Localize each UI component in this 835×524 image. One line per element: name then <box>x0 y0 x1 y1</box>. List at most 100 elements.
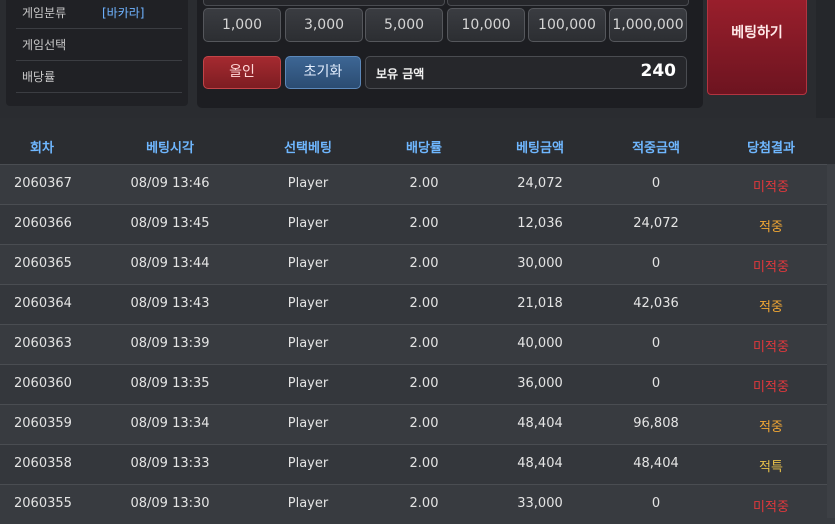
cell-odds: 2.00 <box>409 376 439 391</box>
balance-box: 보유 금액 240 <box>365 56 687 89</box>
cell-result: 미적중 <box>753 500 789 515</box>
cell-result: 미적중 <box>753 180 789 195</box>
cell-round: 2060358 <box>14 456 72 471</box>
odds-row: 배당률 <box>16 60 182 93</box>
chip-1000000-button[interactable]: 1,000,000 <box>609 8 687 42</box>
cell-bet-time: 08/09 13:34 <box>130 416 210 431</box>
cell-bet-amount: 24,072 <box>517 176 563 191</box>
table-row: 2060364 08/09 13:43 Player 2.00 21,018 42,036… <box>0 284 835 324</box>
cell-odds: 2.00 <box>409 336 439 351</box>
cell-bet-amount: 33,000 <box>517 496 563 511</box>
cell-odds: 2.00 <box>409 456 439 471</box>
cell-bet-time: 08/09 13:45 <box>130 216 210 231</box>
cell-round: 2060360 <box>14 376 72 391</box>
cell-selection: Player <box>287 496 329 511</box>
cell-selection: Player <box>287 176 329 191</box>
chip-100000-button[interactable]: 100,000 <box>528 8 606 42</box>
reset-button[interactable]: 초기화 <box>285 56 361 89</box>
game-category-label: 게임분류 <box>22 6 67 20</box>
cell-bet-amount: 36,000 <box>517 376 563 391</box>
header-round: 회차 <box>30 141 54 156</box>
chip-5000-button[interactable]: 5,000 <box>365 8 443 42</box>
cell-round: 2060367 <box>14 176 72 191</box>
cell-bet-amount: 12,036 <box>517 216 563 231</box>
cell-bet-time: 08/09 13:35 <box>130 376 210 391</box>
table-header: 회차 베팅시각 선택베팅 배당률 베팅금액 적중금액 당첨결과 <box>0 126 835 164</box>
cell-round: 2060366 <box>14 216 72 231</box>
table-row: 2060358 08/09 13:33 Player 2.00 48,404 48,404… <box>0 444 835 484</box>
table-row: 2060363 08/09 13:39 Player 2.00 40,000 0 미적중 <box>0 324 835 364</box>
header-win-amount: 적중금액 <box>632 141 680 156</box>
cell-win-amount: 0 <box>651 176 661 191</box>
cell-round: 2060365 <box>14 256 72 271</box>
cell-win-amount: 0 <box>651 496 661 511</box>
cell-round: 2060355 <box>14 496 72 511</box>
game-select-row: 게임선택 <box>16 28 182 61</box>
cell-result: 적특 <box>759 460 783 475</box>
cell-result: 미적중 <box>753 340 789 355</box>
game-select-label: 게임선택 <box>22 38 67 52</box>
cell-round: 2060364 <box>14 296 72 311</box>
cell-win-amount: 0 <box>651 336 661 351</box>
cell-win-amount: 42,036 <box>633 296 679 311</box>
table-row: 2060367 08/09 13:46 Player 2.00 24,072 0 미적중 <box>0 164 835 204</box>
cell-round: 2060363 <box>14 336 72 351</box>
table-row: 2060360 08/09 13:35 Player 2.00 36,000 0 미적중 <box>0 364 835 404</box>
cell-bet-time: 08/09 13:39 <box>130 336 210 351</box>
cell-bet-time: 08/09 13:46 <box>130 176 210 191</box>
cell-selection: Player <box>287 216 329 231</box>
cell-win-amount: 0 <box>651 256 661 271</box>
cell-result: 미적중 <box>753 260 789 275</box>
cell-win-amount: 0 <box>651 376 661 391</box>
game-category-value: [바카라] <box>102 6 145 20</box>
table-row: 2060355 08/09 13:30 Player 2.00 33,000 0 미적중 <box>0 484 835 524</box>
cell-round: 2060359 <box>14 416 72 431</box>
cell-selection: Player <box>287 376 329 391</box>
balance-label: 보유 금액 <box>376 67 425 81</box>
bet-selection-field[interactable] <box>447 0 689 6</box>
cell-bet-time: 08/09 13:44 <box>130 256 210 271</box>
place-bet-button[interactable]: 베팅하기 <box>707 0 807 95</box>
chip-3000-button[interactable]: 3,000 <box>285 8 363 42</box>
scrollbar[interactable] <box>827 164 835 518</box>
cell-selection: Player <box>287 456 329 471</box>
cell-odds: 2.00 <box>409 496 439 511</box>
header-bet-amount: 베팅금액 <box>516 141 564 156</box>
bet-history-table: 회차 베팅시각 선택베팅 배당률 베팅금액 적중금액 당첨결과 2060367 0… <box>0 126 835 524</box>
cell-win-amount: 96,808 <box>633 416 679 431</box>
cell-bet-time: 08/09 13:30 <box>130 496 210 511</box>
cell-result: 적중 <box>759 420 783 435</box>
cell-odds: 2.00 <box>409 176 439 191</box>
header-odds: 배당률 <box>406 141 442 156</box>
cell-odds: 2.00 <box>409 216 439 231</box>
cell-selection: Player <box>287 336 329 351</box>
cell-odds: 2.00 <box>409 296 439 311</box>
cell-bet-time: 08/09 13:33 <box>130 456 210 471</box>
cell-win-amount: 24,072 <box>633 216 679 231</box>
chip-10000-button[interactable]: 10,000 <box>447 8 525 42</box>
bet-controls: 1,000 3,000 5,000 10,000 100,000 1,000,0… <box>197 0 703 108</box>
cell-bet-amount: 48,404 <box>517 416 563 431</box>
cell-bet-amount: 30,000 <box>517 256 563 271</box>
panel-edge <box>816 0 835 118</box>
table-row: 2060366 08/09 13:45 Player 2.00 12,036 24,072… <box>0 204 835 244</box>
game-info-box: 게임분류 [바카라] 게임선택 배당률 <box>6 0 188 106</box>
all-in-button[interactable]: 올인 <box>203 56 281 89</box>
bet-selection-field[interactable] <box>203 0 445 6</box>
cell-result: 적중 <box>759 220 783 235</box>
cell-selection: Player <box>287 256 329 271</box>
bet-panel: 게임분류 [바카라] 게임선택 배당률 1,000 3,000 5,000 10… <box>0 0 835 118</box>
table-row: 2060359 08/09 13:34 Player 2.00 48,404 96,808… <box>0 404 835 444</box>
odds-label: 배당률 <box>22 70 56 84</box>
cell-bet-amount: 21,018 <box>517 296 563 311</box>
cell-odds: 2.00 <box>409 416 439 431</box>
chip-1000-button[interactable]: 1,000 <box>203 8 281 42</box>
cell-result: 미적중 <box>753 380 789 395</box>
header-bet-time: 베팅시각 <box>146 141 194 156</box>
cell-selection: Player <box>287 296 329 311</box>
game-category-row: 게임분류 [바카라] <box>16 0 182 29</box>
cell-odds: 2.00 <box>409 256 439 271</box>
header-selection: 선택베팅 <box>284 141 332 156</box>
cell-bet-amount: 40,000 <box>517 336 563 351</box>
cell-result: 적중 <box>759 300 783 315</box>
